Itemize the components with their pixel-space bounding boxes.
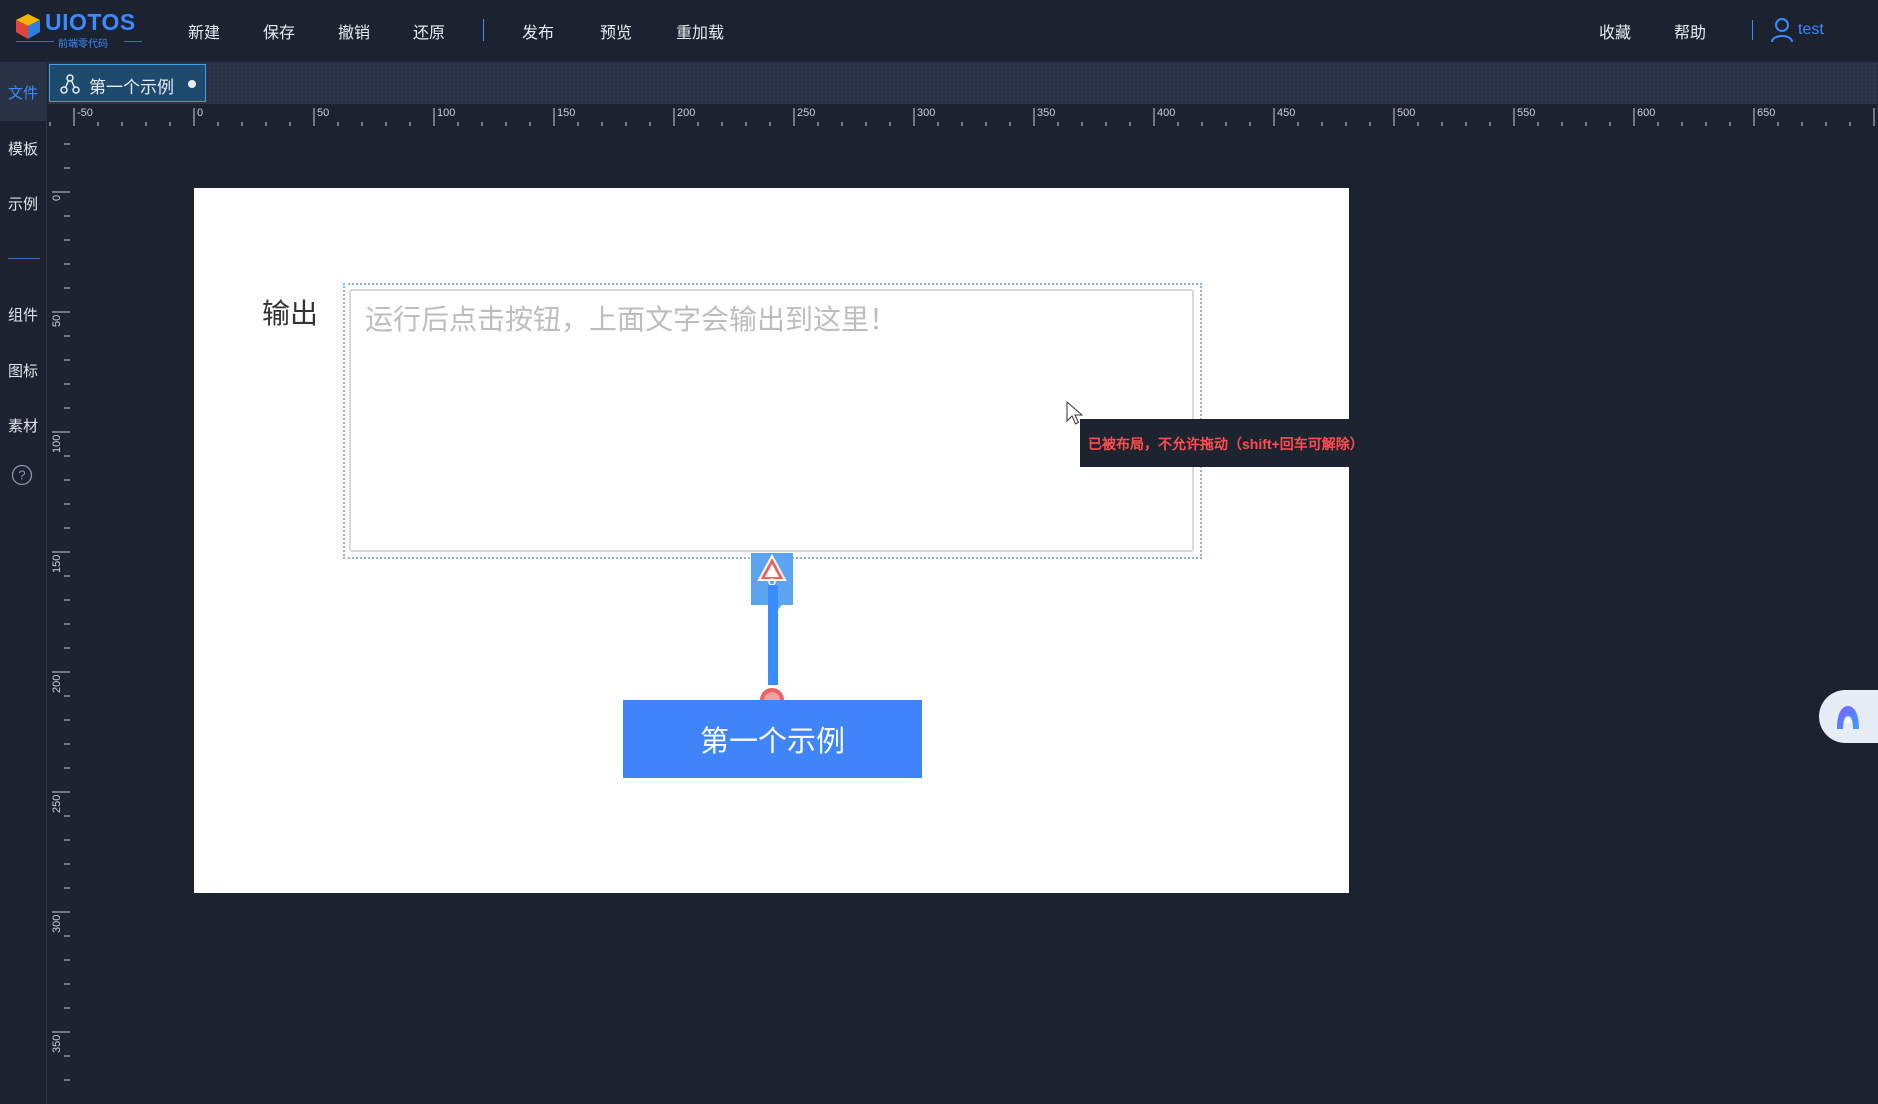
sidebar-item-icon[interactable]: 图标	[0, 360, 46, 381]
sidebar-item-example[interactable]: 示例	[0, 193, 46, 214]
ruler-tick-label: 350	[1037, 107, 1055, 119]
assistant-float-button[interactable]	[1819, 690, 1878, 743]
ruler-tick-label: 200	[51, 675, 63, 693]
ruler-tick-label: 250	[51, 795, 63, 813]
connection-line[interactable]	[768, 585, 778, 685]
sidebar-divider	[8, 258, 40, 259]
unsaved-dot-icon	[188, 80, 196, 88]
ruler-tick-label: 0	[197, 107, 203, 119]
flow-diagram-icon	[60, 74, 80, 94]
logo-subtitle: 前端零代码	[58, 39, 108, 50]
save-button[interactable]: 保存	[263, 19, 295, 43]
sidebar-item-material[interactable]: 素材	[0, 415, 46, 436]
warning-triangle-icon[interactable]	[756, 553, 788, 585]
ruler-tick-label: 150	[51, 555, 63, 573]
app-logo[interactable]: UIOTOS 前端零代码	[14, 8, 144, 50]
user-icon[interactable]	[1770, 17, 1794, 43]
connection-endpoint-icon[interactable]	[758, 682, 786, 700]
new-button[interactable]: 新建	[188, 19, 220, 43]
ruler-tick-label: 350	[51, 1035, 63, 1053]
first-example-button[interactable]: 第一个示例	[623, 700, 922, 778]
logo-divider-left	[16, 41, 54, 42]
user-divider	[1752, 20, 1753, 40]
ruler-tick-label: 50	[51, 315, 63, 327]
ruler-tick-label: 250	[797, 107, 815, 119]
tab-label: 第一个示例	[89, 78, 174, 97]
tab-strip	[48, 62, 1878, 104]
help-icon[interactable]: ?	[11, 464, 33, 486]
ruler-tick-label: 100	[51, 435, 63, 453]
ruler-tick-label: 50	[317, 107, 329, 119]
top-toolbar: UIOTOS 前端零代码 新建 保存 撤销 还原 发布 预览 重加载 收藏 帮助…	[0, 0, 1878, 61]
ruler-tick-label: 300	[917, 107, 935, 119]
ruler-tick-label: 400	[1157, 107, 1175, 119]
output-placeholder: 运行后点击按钮，上面文字会输出到这里！	[365, 304, 898, 335]
ruler-tick-label: 550	[1517, 107, 1535, 119]
logo-cube-icon	[16, 14, 40, 39]
ruler-tick-label: 450	[1277, 107, 1295, 119]
ruler-tick-label: 0	[51, 195, 63, 201]
left-sidebar	[0, 62, 47, 1104]
redo-button[interactable]: 还原	[413, 19, 445, 43]
ruler-tick-label: 600	[1637, 107, 1655, 119]
ruler-tick-label: 100	[437, 107, 455, 119]
publish-button[interactable]: 发布	[522, 19, 554, 43]
svg-text:?: ?	[18, 468, 25, 483]
toolbar-divider	[483, 19, 484, 41]
ruler-tick-label: 500	[1397, 107, 1415, 119]
help-button[interactable]: 帮助	[1674, 19, 1706, 43]
output-label: 输出	[262, 298, 319, 329]
ruler-tick-label: 650	[1757, 107, 1775, 119]
logo-divider-right	[124, 41, 142, 42]
favorites-button[interactable]: 收藏	[1599, 19, 1631, 43]
sidebar-item-file[interactable]: 文件	[0, 82, 46, 103]
tooltip-text: 已被布局，不允许拖动（shift+回车可解除）	[1088, 436, 1364, 452]
user-name[interactable]: test	[1798, 21, 1824, 39]
horizontal-ruler: -50 0 50 100 150 200 250 300 350 400 450 500 550 600 6…	[49, 107, 1878, 126]
ruler-tick-label: 300	[51, 915, 63, 933]
sidebar-item-component[interactable]: 组件	[0, 304, 46, 325]
preview-button[interactable]: 预览	[600, 19, 632, 43]
ruler-tick-label: 150	[557, 107, 575, 119]
tab-first-example[interactable]: 第一个示例	[49, 64, 206, 102]
logo-title: UIOTOS	[45, 9, 136, 35]
vertical-ruler: 0 50 100 150 200 250 300 350	[51, 143, 70, 1081]
drag-locked-tooltip: 已被布局，不允许拖动（shift+回车可解除）	[1080, 419, 1390, 467]
reload-button[interactable]: 重加载	[676, 19, 724, 43]
ruler-tick-label: 200	[677, 107, 695, 119]
assistant-icon	[1837, 706, 1859, 729]
ruler-tick-label: -50	[77, 107, 93, 119]
sidebar-item-template[interactable]: 模板	[0, 138, 46, 159]
undo-button[interactable]: 撤销	[338, 19, 370, 43]
